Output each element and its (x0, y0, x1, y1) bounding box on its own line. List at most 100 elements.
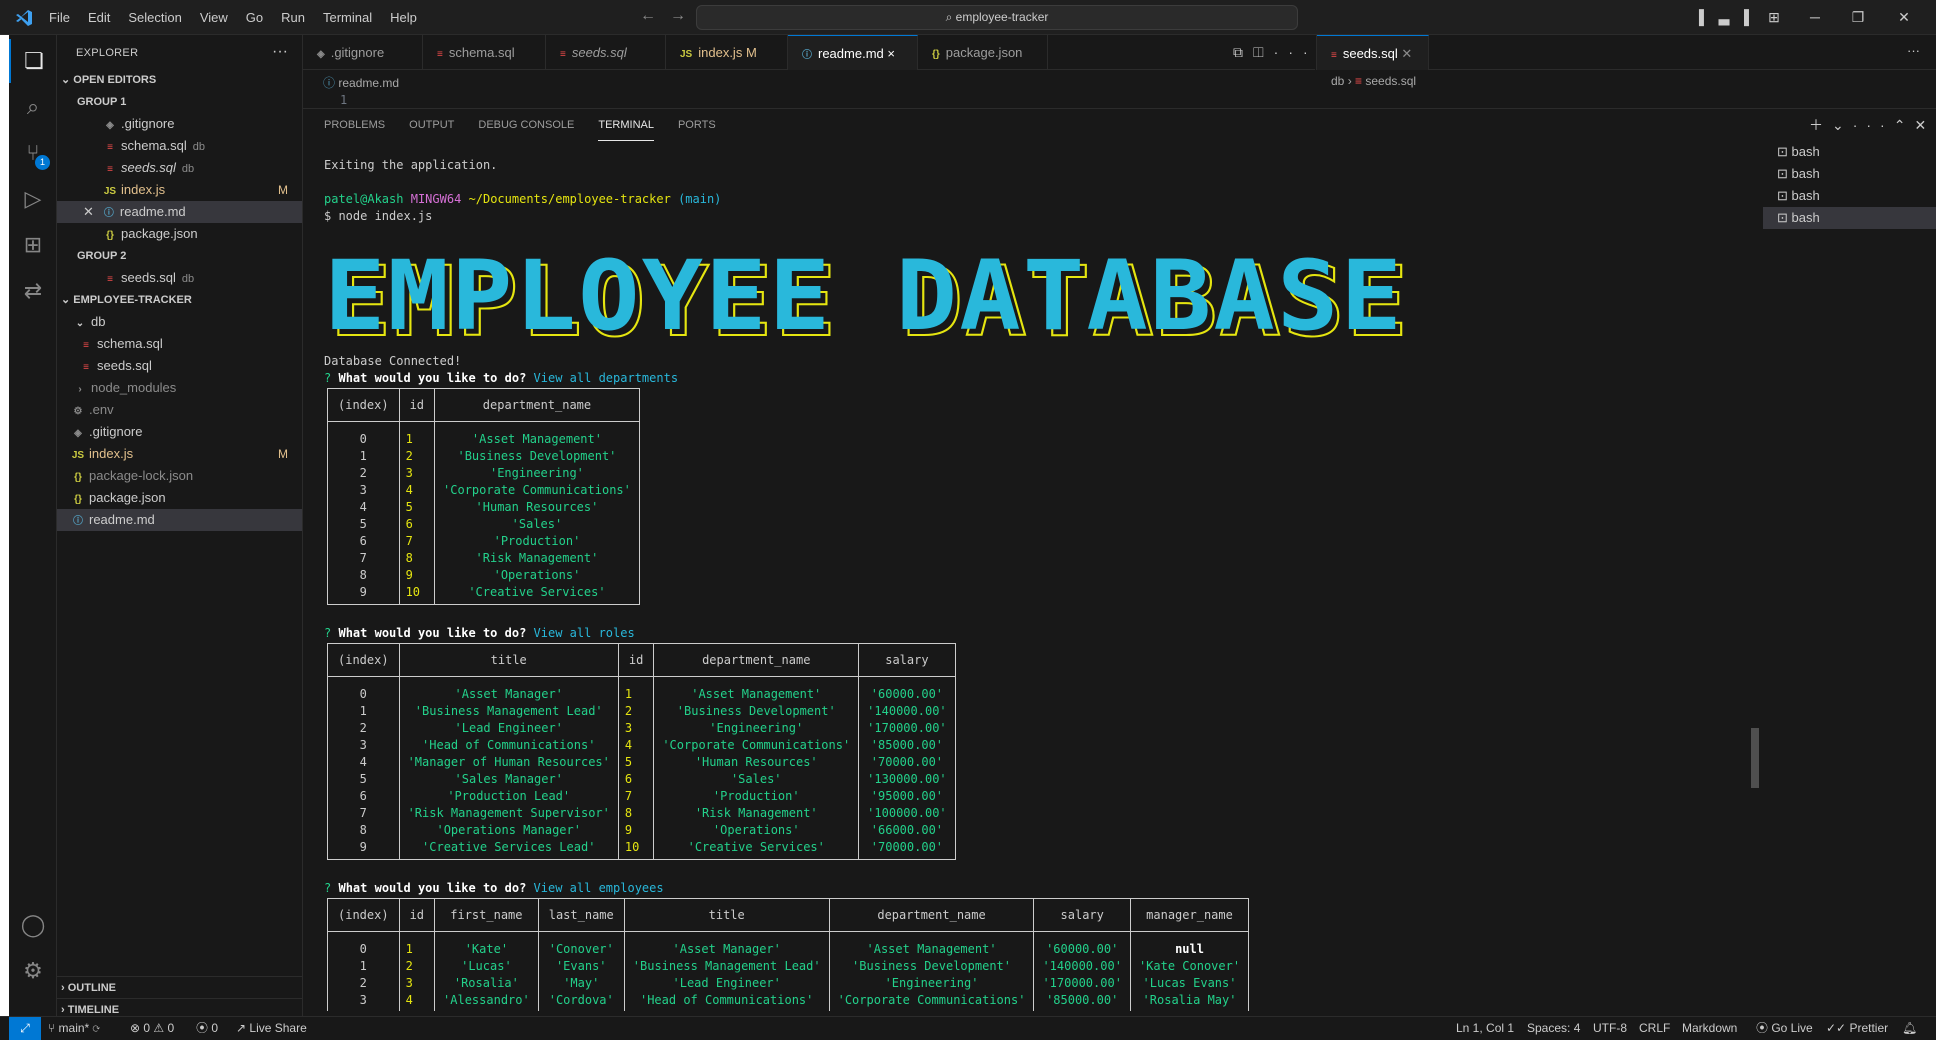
group1-header[interactable]: GROUP 1 (57, 91, 302, 113)
open-editor-item[interactable]: ≡ seeds.sql db (57, 157, 302, 179)
menu-selection[interactable]: Selection (119, 10, 190, 25)
tab-gitignore[interactable]: ◈ .gitignore (303, 35, 423, 70)
tab-seeds-sql[interactable]: ≡ seeds.sql (546, 35, 666, 70)
extensions-icon[interactable]: ⊞ (9, 223, 57, 267)
nav-arrows: ←→ (640, 7, 700, 25)
open-editor-item[interactable]: {} package.json (57, 223, 302, 245)
tab-problems[interactable]: PROBLEMS (324, 109, 385, 141)
outline-section[interactable]: › OUTLINE (57, 976, 302, 998)
branch-name: main* (58, 1021, 90, 1035)
search-activity-icon[interactable]: ⌕ (9, 85, 57, 129)
back-arrow-icon[interactable]: ← (640, 7, 670, 24)
close-window-icon[interactable]: ✕ (1884, 0, 1924, 35)
tab-seeds-sql-group2[interactable]: ≡ seeds.sql ✕ (1317, 35, 1429, 70)
tree-item[interactable]: ⓘ readme.md (57, 509, 302, 531)
open-preview-icon[interactable]: ⧉ (1233, 44, 1253, 60)
breadcrumb-folder[interactable]: db (1331, 74, 1344, 88)
project-section[interactable]: ⌄ EMPLOYEE-TRACKER (57, 289, 302, 311)
source-control-icon[interactable]: ⑂ 1 (9, 131, 57, 175)
tree-item[interactable]: ≡ seeds.sql (57, 355, 302, 377)
open-editor-item[interactable]: ✕ ⓘ readme.md (57, 201, 302, 223)
tab-ports[interactable]: PORTS (678, 109, 716, 141)
prettier-status[interactable]: ✓✓ Prettier (1826, 1017, 1888, 1040)
more-actions-icon[interactable]: ··· (1274, 44, 1318, 60)
account-icon[interactable]: ◯ (9, 903, 57, 947)
breadcrumb-file[interactable]: seeds.sql (1365, 74, 1416, 88)
customize-layout-icon[interactable]: ⊞ (1765, 0, 1783, 35)
tree-item[interactable]: ⚙ .env (57, 399, 302, 421)
new-terminal-icon[interactable]: ＋ (1809, 117, 1832, 133)
toggle-secondary-sidebar-icon[interactable]: ▌ (1740, 0, 1758, 35)
eol-status[interactable]: CRLF (1639, 1017, 1670, 1040)
open-editor-item[interactable]: JS index.js M (57, 179, 302, 201)
menu-go[interactable]: Go (237, 10, 272, 25)
tab-schema-sql[interactable]: ≡ schema.sql (423, 35, 546, 70)
tab-output[interactable]: OUTPUT (409, 109, 454, 141)
ports-status[interactable]: ⦿ 0 (196, 1017, 218, 1040)
close-tab-icon[interactable]: × (887, 46, 895, 61)
problems-status[interactable]: ⊗ 0 ⚠ 0 (130, 1017, 174, 1040)
breadcrumb-file[interactable]: readme.md (338, 76, 399, 90)
tab-index-js[interactable]: JS index.js M (666, 35, 788, 70)
menu-edit[interactable]: Edit (79, 10, 119, 25)
terminal-instance[interactable]: ⊡ bash (1763, 163, 1936, 185)
live-share-status[interactable]: ↗ Live Share (236, 1017, 307, 1040)
terminal-output[interactable]: Exiting the application. patel@Akash MIN… (303, 141, 1758, 1011)
terminal-scrollbar[interactable] (1751, 728, 1759, 788)
remote-indicator-icon[interactable]: ⤢ (9, 1017, 41, 1040)
menu-help[interactable]: Help (381, 10, 426, 25)
employees-table: (index) id first_name last_name title departm… (327, 898, 1250, 1011)
tree-item[interactable]: › node_modules (57, 377, 302, 399)
tree-item[interactable]: JS index.js M (57, 443, 302, 465)
tab-package-json[interactable]: {} package.json (918, 35, 1048, 70)
branch-status[interactable]: ⑂ main* ⟳ (48, 1017, 100, 1040)
encoding-status[interactable]: UTF-8 (1593, 1017, 1627, 1040)
settings-gear-icon[interactable]: ⚙ (9, 949, 57, 993)
terminal-instance[interactable]: ⊡ bash (1763, 141, 1936, 163)
explorer-icon[interactable]: ❏ (9, 39, 57, 83)
table-cell: '66000.00' (858, 822, 956, 839)
split-editor-icon[interactable]: ◫ (1253, 44, 1274, 60)
cursor-position[interactable]: Ln 1, Col 1 (1456, 1017, 1514, 1040)
tree-item[interactable]: {} package-lock.json (57, 465, 302, 487)
open-editors-section[interactable]: ⌄ OPEN EDITORS (57, 69, 302, 91)
notifications-bell-icon[interactable]: 🔔︎ (1902, 1017, 1917, 1040)
tab-terminal[interactable]: TERMINAL (598, 109, 654, 141)
more-actions-icon[interactable]: ··· (272, 43, 288, 61)
close-panel-icon[interactable]: ✕ (1914, 117, 1935, 133)
menu-terminal[interactable]: Terminal (314, 10, 381, 25)
menu-view[interactable]: View (191, 10, 237, 25)
tree-item[interactable]: ⌄ db (57, 311, 302, 333)
terminal-instance[interactable]: ⊡ bash (1763, 185, 1936, 207)
language-mode[interactable]: Markdown (1682, 1017, 1737, 1040)
tree-item[interactable]: ◈ .gitignore (57, 421, 302, 443)
minimize-icon[interactable]: ─ (1795, 0, 1835, 35)
close-editor-icon[interactable]: ✕ (83, 204, 94, 219)
open-editor-item[interactable]: ≡ seeds.sql db (57, 267, 302, 289)
maximize-panel-icon[interactable]: ⌃ (1894, 117, 1915, 133)
indentation-status[interactable]: Spaces: 4 (1527, 1017, 1580, 1040)
column-header: last_name (537, 898, 625, 932)
chevron-down-icon[interactable]: ⌄ (1832, 117, 1853, 133)
close-tab-icon[interactable]: ✕ (1401, 46, 1412, 61)
tree-item[interactable]: ≡ schema.sql (57, 333, 302, 355)
open-editor-item[interactable]: ≡ schema.sql db (57, 135, 302, 157)
go-live-button[interactable]: ⦿ Go Live (1756, 1017, 1813, 1040)
toggle-panel-icon[interactable]: ▃ (1715, 0, 1733, 35)
tree-item-name: node_modules (91, 380, 177, 395)
more-actions-icon[interactable]: ··· (1853, 117, 1894, 133)
menu-run[interactable]: Run (272, 10, 314, 25)
remote-explorer-icon[interactable]: ⇄ (9, 269, 57, 313)
run-debug-icon[interactable]: ▷ (9, 177, 57, 221)
menu-file[interactable]: File (40, 10, 79, 25)
tree-item[interactable]: {} package.json (57, 487, 302, 509)
group2-header[interactable]: GROUP 2 (57, 245, 302, 267)
tab-readme-md[interactable]: ⓘ readme.md × (788, 35, 918, 70)
more-actions-icon[interactable]: ··· (1907, 43, 1920, 58)
toggle-sidebar-icon[interactable]: ▐ (1690, 0, 1708, 35)
tab-debug-console[interactable]: DEBUG CONSOLE (478, 109, 574, 141)
maximize-icon[interactable]: ❐ (1838, 0, 1878, 35)
command-center-search[interactable]: ⌕ employee-tracker (696, 5, 1298, 30)
terminal-instance[interactable]: ⊡ bash (1763, 207, 1936, 229)
open-editor-item[interactable]: ◈ .gitignore (57, 113, 302, 135)
